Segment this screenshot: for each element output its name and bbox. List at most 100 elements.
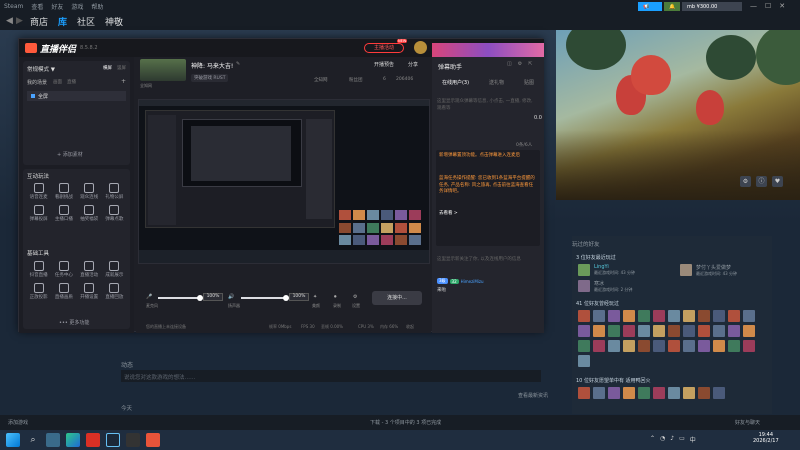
avatar[interactable] [578, 340, 590, 352]
tool-item[interactable]: 直播回放 [103, 283, 126, 303]
add-scene-icon[interactable]: + [121, 78, 126, 85]
stream-cover-image[interactable] [140, 59, 186, 81]
tool-item[interactable]: 直播画质 [52, 283, 75, 303]
minimize-icon[interactable]: — [750, 2, 757, 11]
avatar[interactable] [713, 325, 725, 337]
avatar[interactable] [698, 387, 710, 399]
popout-icon[interactable]: ⇱ [528, 61, 532, 67]
avatar[interactable] [743, 325, 755, 337]
wps-icon[interactable] [86, 433, 100, 447]
maximize-icon[interactable]: ☐ [765, 2, 771, 11]
friends-chat-button[interactable]: 好友与聊天 [735, 419, 760, 426]
tool-item[interactable]: 直播活动 [78, 261, 101, 281]
downloads-status[interactable]: 下载 - 3 个项目中的 3 项已完成 [370, 419, 441, 426]
pin-icon[interactable]: ◫ [507, 61, 512, 67]
avatar[interactable] [593, 325, 605, 337]
avatar[interactable] [698, 310, 710, 322]
friend-entry[interactable]: LingYi 最近游戏时间: 43 分钟 [578, 264, 635, 276]
tool-item[interactable]: 弹幕点歌 [103, 205, 126, 225]
avatar[interactable] [623, 387, 635, 399]
more-functions-button[interactable]: ••• 更多功能 [59, 319, 89, 326]
footer-collapse[interactable]: 收起 [406, 324, 414, 330]
tab-stickers[interactable]: 贴图 [524, 79, 534, 91]
avatar[interactable] [623, 340, 635, 352]
avatar[interactable] [608, 387, 620, 399]
avatar[interactable] [653, 325, 665, 337]
share-button[interactable]: 分享 [408, 61, 418, 68]
friend-entry[interactable]: 梦付丫头爱做梦 最近游戏时间: 43 分钟 [680, 264, 737, 277]
friend-entry[interactable]: 寒冰 最近游戏时间: 2 分钟 [578, 280, 632, 293]
mode-dropdown[interactable]: 常规模式 ▼ [27, 65, 55, 73]
tool-item[interactable]: 主播口播 [52, 205, 75, 225]
mic-slider[interactable] [158, 295, 203, 301]
speaker-level[interactable]: 100% [289, 293, 309, 301]
avatar[interactable] [728, 340, 740, 352]
mic-level[interactable]: 100% [203, 293, 223, 301]
horizontal-toggle[interactable]: 横屏 [103, 65, 112, 71]
avatar[interactable] [578, 355, 590, 367]
avatar[interactable] [743, 340, 755, 352]
nav-community[interactable]: 社区 [77, 15, 95, 28]
settings-gear-icon[interactable]: ⚙ [740, 176, 751, 187]
tray-chevron-icon[interactable]: ⌃ [650, 435, 655, 444]
avatar[interactable] [713, 340, 725, 352]
chat-notice-link[interactable]: 去看看 > [439, 210, 458, 216]
avatar[interactable] [653, 387, 665, 399]
settings-icon[interactable]: ⚙ [353, 294, 357, 300]
tool-item[interactable]: 看剧挑战 [52, 183, 75, 203]
anchor-activity-button[interactable]: 主播活动 [364, 43, 404, 53]
avatar[interactable] [578, 387, 590, 399]
scene-item[interactable]: 全屏 [27, 91, 126, 101]
scene-tab-0[interactable]: 画面 [53, 79, 62, 85]
avatar[interactable] [713, 310, 725, 322]
gear-icon[interactable]: ⚙ [518, 61, 522, 67]
app-icon[interactable] [126, 433, 140, 447]
avatar[interactable] [593, 310, 605, 322]
search-icon[interactable]: ⌕ [26, 433, 40, 447]
avatar[interactable] [623, 310, 635, 322]
steam-menu-steam[interactable]: Steam [4, 3, 23, 10]
steam-menu-friends[interactable]: 好友 [51, 2, 63, 11]
all-news-link[interactable]: 查看最新资讯 [518, 392, 548, 399]
avatar[interactable] [668, 325, 680, 337]
avatar[interactable] [638, 310, 650, 322]
steam-menu-view[interactable]: 查看 [31, 2, 43, 11]
folder-icon[interactable] [46, 433, 60, 447]
avatar[interactable] [683, 310, 695, 322]
info-icon[interactable]: ⓘ [756, 176, 767, 187]
avatar[interactable] [653, 310, 665, 322]
announce-button[interactable]: 📢 [638, 2, 662, 11]
avatar[interactable] [698, 325, 710, 337]
beauty-icon[interactable]: ✦ [313, 294, 317, 300]
add-material-button[interactable]: + 添加素材 [57, 151, 83, 158]
avatar[interactable] [728, 325, 740, 337]
tool-item[interactable]: 观众连线 [78, 183, 101, 203]
avatar[interactable] [578, 310, 590, 322]
preview-announce-button[interactable]: 开播预告 [374, 61, 394, 68]
notification-button[interactable]: 🔔 [664, 2, 680, 11]
stream-title[interactable]: 神降: 马来大吉! [191, 61, 233, 70]
favorite-heart-icon[interactable]: ♥ [772, 176, 783, 187]
avatar[interactable] [638, 387, 650, 399]
avatar[interactable] [728, 310, 740, 322]
avatar[interactable] [683, 340, 695, 352]
clock[interactable]: 19:44 2026/2/17 [753, 432, 779, 444]
tool-item[interactable]: 任务中心 [52, 261, 75, 281]
tool-item[interactable]: 开播设置 [78, 283, 101, 303]
battery-icon[interactable]: ▭ [679, 435, 685, 444]
tool-item[interactable]: 正放投影 [27, 283, 50, 303]
windows-start-icon[interactable] [6, 433, 20, 447]
avatar[interactable] [608, 340, 620, 352]
add-game-button[interactable]: 添加游戏 [8, 419, 28, 426]
tool-item[interactable]: 抽奖福袋 [78, 205, 101, 225]
speaker-slider[interactable] [241, 295, 289, 301]
stream-preview[interactable] [138, 99, 430, 264]
avatar[interactable] [608, 325, 620, 337]
avatar[interactable] [668, 387, 680, 399]
tool-item[interactable]: 弹幕投屏 [27, 205, 50, 225]
avatar[interactable] [698, 340, 710, 352]
avatar[interactable] [414, 41, 427, 54]
tool-item[interactable]: 礼物公屏 [103, 183, 126, 203]
avatar[interactable] [683, 387, 695, 399]
tool-item[interactable]: 语音连麦 [27, 183, 50, 203]
